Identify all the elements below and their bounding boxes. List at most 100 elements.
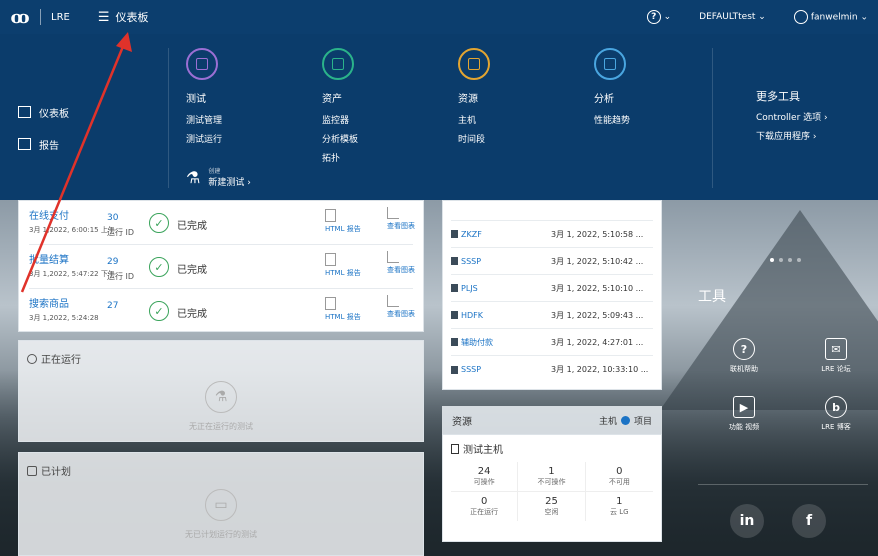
blog-icon: b <box>825 396 847 418</box>
help-icon: ? <box>646 10 661 24</box>
test-link[interactable]: HDFK <box>451 311 551 320</box>
run-id[interactable]: 30 <box>107 213 118 223</box>
resource-toggle[interactable]: 主机 项目 <box>599 414 652 427</box>
column-heading[interactable]: 资产 <box>322 90 358 105</box>
view-chart-link[interactable]: 查看图表 <box>387 251 417 275</box>
check-icon: ✓ <box>149 213 169 233</box>
hamburger-icon[interactable]: ☰ <box>98 10 110 25</box>
stat-cell[interactable]: 1云 LG <box>586 492 653 521</box>
menu-link[interactable]: 监控器 <box>322 113 358 126</box>
run-id[interactable]: 29 <box>107 257 118 267</box>
run-status: 已完成 <box>177 265 207 276</box>
test-name: HDFK <box>461 310 484 320</box>
html-report-link[interactable]: HTML 报告 <box>325 209 361 234</box>
column-heading[interactable]: 资源 <box>458 90 490 105</box>
html-report-link[interactable]: HTML 报告 <box>325 253 361 278</box>
mega-menu-left: 仪表板 报告 <box>18 96 69 160</box>
new-test-link[interactable]: ⚗ 创建 新建测试 › <box>186 166 251 189</box>
forum-link[interactable]: ✉ LRE 论坛 <box>790 338 878 374</box>
empty-state: ▭ 无已计划运行的测试 <box>19 489 423 540</box>
test-link[interactable]: ZKZF <box>451 230 551 239</box>
stat-label: 可操作 <box>473 478 495 486</box>
carousel-dot[interactable] <box>779 258 783 262</box>
list-item[interactable]: HDFK 3月 1, 2022, 5:09:43 ... <box>451 302 653 329</box>
facebook-icon[interactable]: f <box>792 504 826 538</box>
column-heading[interactable]: 测试 <box>186 90 222 105</box>
carousel-dots[interactable] <box>770 258 801 262</box>
analysis-icon <box>594 48 626 80</box>
test-link[interactable]: SSSP <box>451 365 551 374</box>
test-link[interactable]: PLJS <box>451 284 551 293</box>
flask-icon: ⚗ <box>186 167 201 187</box>
carousel-dot[interactable] <box>770 258 774 262</box>
online-help-link[interactable]: ? 联机帮助 <box>698 338 790 374</box>
column-heading[interactable]: 分析 <box>594 90 630 105</box>
menu-link[interactable]: 测试管理 <box>186 113 222 126</box>
new-test-label: 新建测试 › <box>208 178 251 188</box>
help-menu[interactable]: ? ⌄ <box>646 10 671 24</box>
check-icon: ✓ <box>149 301 169 321</box>
menu-link[interactable]: 主机 <box>458 113 490 126</box>
stat-cell[interactable]: 0 不可用 <box>585 462 653 492</box>
tools-grid: ? 联机帮助 ✉ LRE 论坛 ▶ 功能 视频 b LRE 博客 <box>698 338 878 432</box>
run-name-link[interactable]: 批量结算 <box>29 251 69 266</box>
video-link[interactable]: ▶ 功能 视频 <box>698 396 790 432</box>
carousel-dot[interactable] <box>797 258 801 262</box>
menu-link[interactable]: 分析模板 <box>322 132 358 145</box>
test-link[interactable]: SSSP <box>451 257 551 266</box>
view-chart-link[interactable]: 查看图表 <box>387 295 417 319</box>
controller-options-link[interactable]: Controller 选项 › <box>756 110 828 123</box>
list-item <box>451 201 653 221</box>
report-icon <box>18 138 31 150</box>
toggle-switch[interactable] <box>620 415 630 425</box>
download-apps-link[interactable]: 下载应用程序 › <box>756 129 828 142</box>
chart-icon <box>387 207 399 219</box>
list-item[interactable]: 辅助付款 3月 1, 2022, 4:27:01 ... <box>451 329 653 356</box>
tool-label: 功能 视频 <box>728 423 760 431</box>
chart-icon <box>387 295 399 307</box>
document-icon <box>325 253 336 266</box>
run-name-link[interactable]: 在线支付 <box>29 207 69 222</box>
stat-cell[interactable]: 0 正在运行 <box>451 492 519 521</box>
logo-icon[interactable]: ꝏ <box>0 7 40 28</box>
user-name: fanwelmin <box>810 12 858 23</box>
stat-label: 不可操作 <box>537 478 566 486</box>
host-stats-grid: 24 可操作 1 不可操作 0 不可用 0 正在运行 25 空闲 1云 LG <box>451 462 653 521</box>
menu-item-label: 仪表板 <box>39 108 69 120</box>
menu-link[interactable]: 测试运行 <box>186 132 222 145</box>
linkedin-icon[interactable]: in <box>730 504 764 538</box>
html-report-link[interactable]: HTML 报告 <box>325 297 361 322</box>
blog-link[interactable]: b LRE 博客 <box>790 396 878 432</box>
tools-title: 工具 <box>698 289 726 305</box>
test-link[interactable]: 辅助付款 <box>451 337 551 348</box>
menu-item-dashboard[interactable]: 仪表板 <box>18 96 69 128</box>
run-id[interactable]: 27 <box>107 301 118 311</box>
test-date: 3月 1, 2022, 4:27:01 ... <box>551 337 644 347</box>
chart-label: 查看图表 <box>387 266 415 274</box>
run-id-label: 运行 ID <box>107 228 135 237</box>
list-item[interactable]: SSSP 3月 1, 2022, 5:10:42 ... <box>451 248 653 275</box>
script-icon <box>451 284 458 292</box>
run-name-link[interactable]: 搜索商品 <box>29 295 69 310</box>
menu-link[interactable]: 拓扑 <box>322 151 358 164</box>
menu-column-assets: 资产 监控器 分析模板 拓扑 <box>322 48 358 170</box>
view-chart-link[interactable]: 查看图表 <box>387 207 417 231</box>
chart-label: 查看图表 <box>387 310 415 318</box>
list-item[interactable]: ZKZF 3月 1, 2022, 5:10:58 ... <box>451 221 653 248</box>
page-title[interactable]: 仪表板 <box>116 9 149 25</box>
user-icon <box>793 10 808 24</box>
top-bar-right: ? ⌄ DEFAULTtest ⌄ fanwelmin ⌄ <box>646 0 868 34</box>
stat-value: 25 <box>545 496 558 507</box>
list-item[interactable]: SSSP 3月 1, 2022, 10:33:10 ... <box>451 356 653 383</box>
carousel-dot[interactable] <box>788 258 792 262</box>
menu-link[interactable]: 性能趋势 <box>594 113 630 126</box>
list-item[interactable]: PLJS 3月 1, 2022, 5:10:10 ... <box>451 275 653 302</box>
stat-cell[interactable]: 24 可操作 <box>451 462 519 492</box>
tenant-menu[interactable]: DEFAULTtest ⌄ <box>699 12 766 22</box>
user-menu[interactable]: fanwelmin ⌄ <box>793 10 868 24</box>
stat-cell[interactable]: 1 不可操作 <box>518 462 586 492</box>
menu-item-reports[interactable]: 报告 <box>18 128 69 160</box>
menu-link[interactable]: 时间段 <box>458 132 490 145</box>
stat-cell[interactable]: 25 空闲 <box>518 492 586 521</box>
recent-runs-card: 在线支付 3月 1,2022, 6:00:15 上午 30 运行 ID ✓ 已完… <box>18 200 424 332</box>
